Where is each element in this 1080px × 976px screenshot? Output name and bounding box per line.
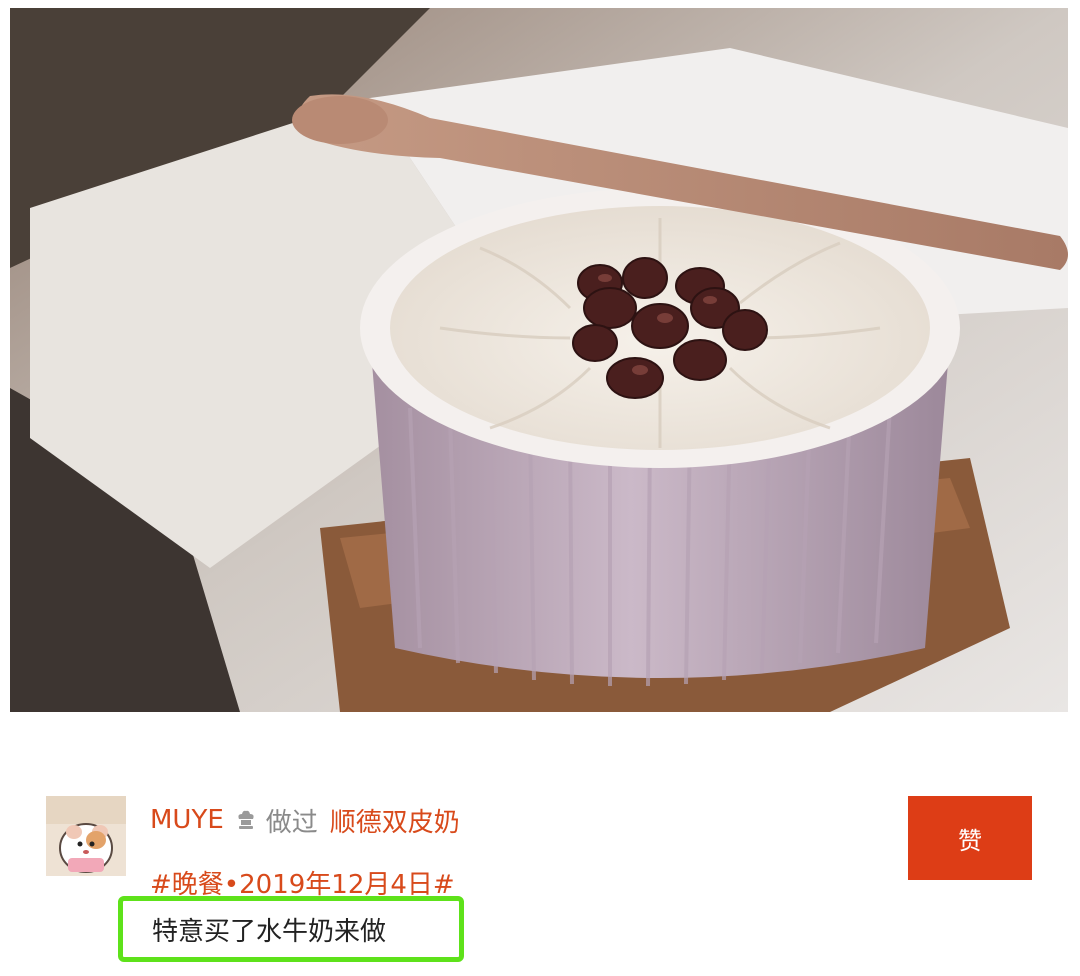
username-link[interactable]: MUYE <box>150 805 224 835</box>
avatar[interactable] <box>46 796 126 876</box>
did-label: 做过 <box>265 807 318 838</box>
chef-hat-icon <box>238 810 254 829</box>
recipe-name-link[interactable]: 顺德双皮奶 <box>330 802 460 839</box>
like-button[interactable]: 赞 <box>908 796 1032 880</box>
hamster-avatar-icon <box>46 796 126 876</box>
post-photo[interactable] <box>10 8 1068 712</box>
post-header: MUYE 做过 顺德双皮奶 <box>150 800 460 840</box>
dessert-image <box>10 8 1068 712</box>
post-comment-text: 特意买了水牛奶来做 <box>152 916 387 947</box>
